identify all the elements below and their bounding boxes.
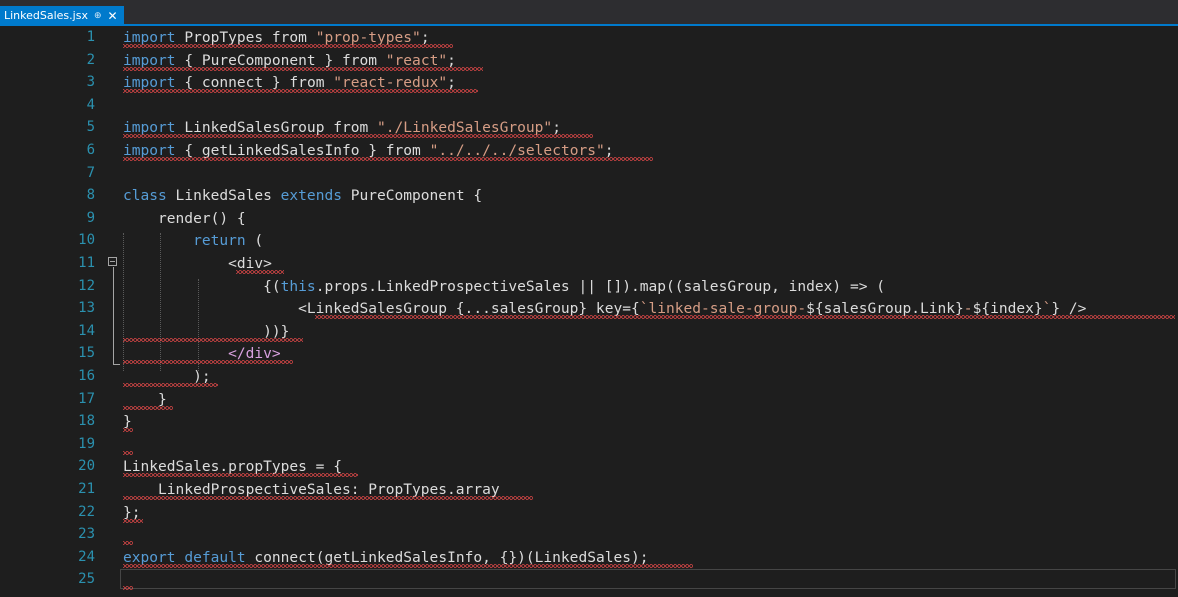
line-number: 11 [78, 255, 95, 271]
error-squiggle [123, 360, 293, 365]
fold-guide-line [113, 267, 114, 364]
code-token: PureComponent { [341, 187, 483, 205]
line-number: 2 [86, 51, 95, 68]
error-squiggle [123, 586, 133, 591]
error-squiggle [123, 428, 133, 433]
code-token: return [193, 232, 246, 250]
error-squiggle [123, 518, 143, 523]
line-number: 12 [78, 277, 95, 294]
tab-linkedsales-jsx[interactable]: LinkedSales.jsx ⊕ ✕ [0, 6, 124, 25]
error-squiggle [123, 157, 653, 161]
code-line[interactable]: 9 render() { [0, 207, 1178, 230]
code-line[interactable]: 19 [0, 433, 1178, 456]
error-squiggle [123, 405, 173, 410]
error-squiggle [123, 337, 303, 342]
line-number: 17 [78, 390, 95, 407]
code-token: this [280, 277, 316, 295]
indent-guide [198, 279, 199, 371]
line-number: 6 [86, 142, 95, 158]
code-token: LinkedSales [166, 187, 281, 205]
error-squiggle [123, 44, 453, 48]
code-token: ( [245, 232, 264, 250]
error-squiggle [123, 134, 593, 139]
indent-guide [123, 233, 124, 371]
code-line[interactable]: 18} [0, 410, 1178, 433]
code-token: extends [280, 187, 342, 205]
line-number: 20 [78, 458, 95, 475]
code-line[interactable]: 23 [0, 523, 1178, 546]
code-line[interactable]: 25 [0, 568, 1178, 591]
collapse-region-icon[interactable] [108, 257, 117, 266]
code-editor[interactable]: 1 import PropTypes from "prop-types"; 2 imp… [0, 26, 1178, 597]
line-number: 25 [78, 571, 95, 588]
line-number: 13 [78, 300, 95, 317]
fold-guide-end [113, 364, 120, 365]
line-number: 23 [78, 526, 95, 543]
code-line[interactable]: 7 [0, 162, 1178, 185]
line-number: 9 [86, 209, 95, 226]
error-squiggle [123, 496, 533, 500]
line-number: 5 [86, 119, 95, 136]
code-line[interactable]: 10 return ( [0, 229, 1178, 252]
line-number: 1 [86, 29, 95, 45]
pin-icon[interactable]: ⊕ [94, 11, 102, 21]
code-token: render() { [123, 209, 246, 227]
line-number: 22 [78, 503, 95, 520]
tab-title[interactable]: LinkedSales.jsx [4, 9, 88, 22]
code-line[interactable]: 22}; [0, 501, 1178, 524]
code-text[interactable]: {(this.props.LinkedProspectiveSales || [… [123, 275, 885, 298]
error-squiggle [123, 66, 483, 71]
line-number: 4 [86, 96, 95, 113]
indent-guide [160, 233, 161, 371]
line-number: 3 [86, 74, 95, 91]
line-number: 7 [86, 164, 95, 181]
error-squiggle [123, 563, 693, 568]
code-line[interactable]: 4 [0, 94, 1178, 117]
error-squiggle [123, 383, 218, 387]
code-text[interactable]: class LinkedSales extends PureComponent … [123, 184, 482, 207]
code-line[interactable]: 11 <div> [0, 252, 1178, 275]
code-line[interactable]: 8 class LinkedSales extends PureComponent… [0, 184, 1178, 207]
error-squiggle [123, 541, 133, 546]
code-token: class [123, 187, 167, 205]
line-number: 24 [78, 548, 95, 565]
close-icon[interactable]: ✕ [108, 9, 118, 23]
tab-bar: LinkedSales.jsx ⊕ ✕ [0, 0, 1178, 26]
line-number: 18 [78, 413, 95, 430]
error-squiggle [315, 315, 1175, 320]
line-number: 14 [78, 322, 95, 339]
current-line-highlight [120, 569, 1176, 590]
code-text[interactable]: render() { [123, 207, 246, 230]
line-number: 19 [78, 435, 95, 452]
line-number: 8 [86, 187, 95, 204]
code-token: .props.LinkedProspectiveSales || []).map… [315, 277, 885, 295]
line-number: 21 [78, 481, 95, 497]
code-text[interactable]: return ( [123, 229, 263, 252]
line-number: 10 [78, 232, 95, 249]
error-squiggle [123, 473, 358, 478]
error-squiggle [123, 89, 478, 94]
code-line[interactable]: 17 } [0, 388, 1178, 411]
error-squiggle [236, 270, 284, 274]
line-number: 16 [78, 368, 95, 384]
line-number: 15 [78, 345, 95, 362]
error-squiggle [123, 450, 133, 455]
code-line[interactable]: 12 {(this.props.LinkedProspectiveSales |… [0, 275, 1178, 298]
code-token: {( [123, 277, 281, 295]
